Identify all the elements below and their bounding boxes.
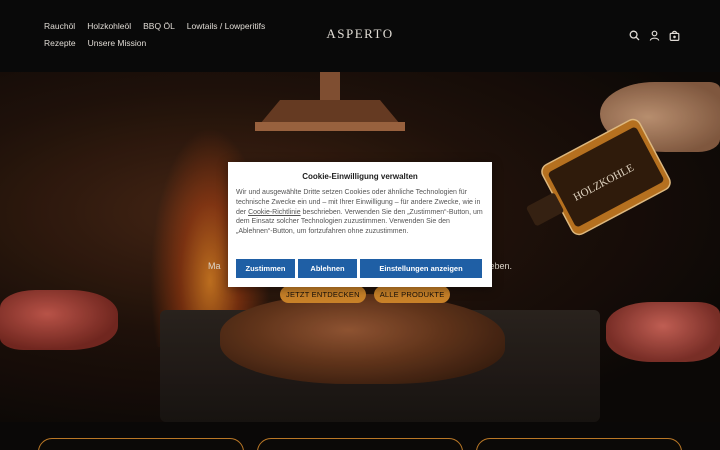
cookie-settings-button[interactable]: Einstellungen anzeigen xyxy=(360,259,482,278)
cookie-consent-dialog: Cookie-Einwilligung verwalten Wir und au… xyxy=(228,162,492,287)
cookie-dialog-text: Wir und ausgewählte Dritte setzen Cookie… xyxy=(236,188,484,237)
cookie-policy-link[interactable]: Cookie-Richtlinie xyxy=(248,209,301,216)
reject-cookies-button[interactable]: Ablehnen xyxy=(298,259,357,278)
accept-cookies-button[interactable]: Zustimmen xyxy=(236,259,295,278)
cookie-button-row: Zustimmen Ablehnen Einstellungen anzeige… xyxy=(236,259,482,278)
cookie-dialog-title: Cookie-Einwilligung verwalten xyxy=(302,172,418,181)
page: Rauchöl Holzkohleöl BBQ ÖL Lowtails / Lo… xyxy=(0,0,720,450)
